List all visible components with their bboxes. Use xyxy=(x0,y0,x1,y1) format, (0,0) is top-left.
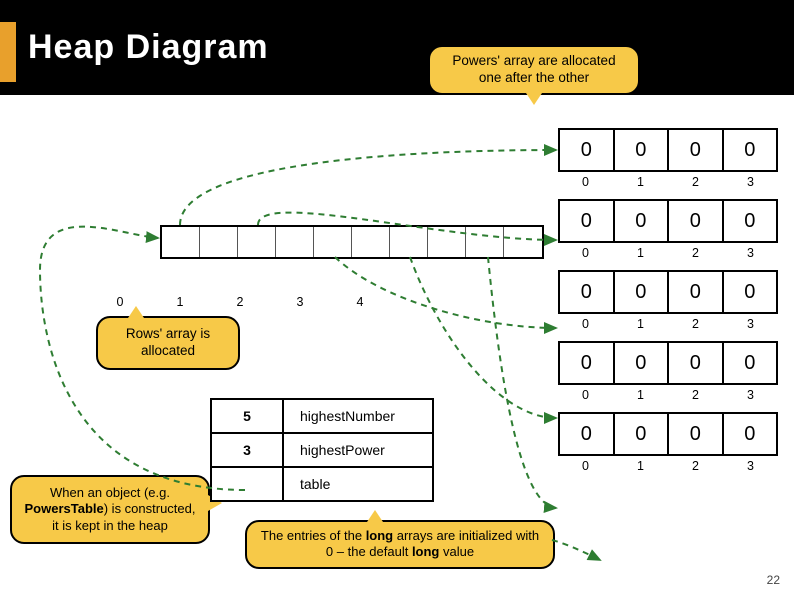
callout-long-entries: The entries of the long arrays are initi… xyxy=(245,520,555,569)
heap-cell: 0 xyxy=(615,414,670,454)
heap-index: 1 xyxy=(613,456,668,473)
pointer-cell xyxy=(352,227,390,257)
heap-index-row: 0123 xyxy=(558,243,778,260)
heap-index: 3 xyxy=(723,456,778,473)
heap-array: 0000 xyxy=(558,199,778,243)
field-label: highestNumber xyxy=(283,399,433,433)
slide-number: 22 xyxy=(767,573,780,587)
heap-cell: 0 xyxy=(615,201,670,241)
heap-index: 1 xyxy=(613,243,668,260)
heap-cell: 0 xyxy=(669,130,724,170)
heap-index: 0 xyxy=(558,314,613,331)
heap-cell: 0 xyxy=(615,343,670,383)
heap-array: 0000 xyxy=(558,341,778,385)
heap-array-group: 00000123 xyxy=(558,128,778,189)
field-value xyxy=(211,467,283,501)
rows-index: 2 xyxy=(210,295,270,309)
heap-array-group: 00000123 xyxy=(558,270,778,331)
pointer-array xyxy=(160,225,544,259)
field-value: 5 xyxy=(211,399,283,433)
rows-index: 3 xyxy=(270,295,330,309)
heap-cell: 0 xyxy=(560,414,615,454)
heap-index: 3 xyxy=(723,385,778,402)
heap-index: 2 xyxy=(668,243,723,260)
field-row: 3 highestPower xyxy=(211,433,433,467)
field-label: table xyxy=(283,467,433,501)
rows-index: 1 xyxy=(150,295,210,309)
heap-index: 0 xyxy=(558,456,613,473)
heap-cell: 0 xyxy=(724,414,777,454)
heap-index: 2 xyxy=(668,456,723,473)
rows-index: 0 xyxy=(90,295,150,309)
pointer-cell xyxy=(504,227,542,257)
rows-index: 4 xyxy=(330,295,390,309)
callout-rows-allocated: Rows' array is allocated xyxy=(96,316,240,370)
heap-cell: 0 xyxy=(669,343,724,383)
object-fields-table: 5 highestNumber 3 highestPower table xyxy=(210,398,434,502)
heap-cell: 0 xyxy=(615,272,670,312)
heap-array-group: 00000123 xyxy=(558,199,778,260)
accent-bar xyxy=(0,22,16,82)
heap-array: 0000 xyxy=(558,412,778,456)
field-row: 5 highestNumber xyxy=(211,399,433,433)
heap-array-group: 00000123 xyxy=(558,341,778,402)
field-label: highestPower xyxy=(283,433,433,467)
heap-cell: 0 xyxy=(669,272,724,312)
callout-text: When an object (e.g. PowersTable) is con… xyxy=(25,485,196,533)
pointer-cell xyxy=(276,227,314,257)
heap-cell: 0 xyxy=(669,201,724,241)
heap-cell: 0 xyxy=(615,130,670,170)
heap-index: 0 xyxy=(558,243,613,260)
heap-index: 2 xyxy=(668,385,723,402)
heap-index: 3 xyxy=(723,314,778,331)
heap-cell: 0 xyxy=(560,130,615,170)
field-value: 3 xyxy=(211,433,283,467)
callout-text: Rows' array is allocated xyxy=(126,326,210,358)
pointer-cell xyxy=(162,227,200,257)
callout-text: Powers' array are allocated one after th… xyxy=(452,53,615,85)
heap-index: 1 xyxy=(613,385,668,402)
heap-arrays-column: 0000012300000123000001230000012300000123 xyxy=(558,128,778,483)
heap-index-row: 0123 xyxy=(558,172,778,189)
heap-cell: 0 xyxy=(724,130,777,170)
heap-index: 1 xyxy=(613,314,668,331)
slide-header: Heap Diagram xyxy=(0,0,794,95)
rows-index-row: 0 1 2 3 4 xyxy=(90,295,390,309)
heap-index: 3 xyxy=(723,172,778,189)
pointer-cell xyxy=(238,227,276,257)
pointer-cell xyxy=(466,227,504,257)
callout-powers-allocated: Powers' array are allocated one after th… xyxy=(428,45,640,95)
heap-index: 2 xyxy=(668,314,723,331)
heap-cell: 0 xyxy=(669,414,724,454)
heap-array-group: 00000123 xyxy=(558,412,778,473)
slide-title: Heap Diagram xyxy=(28,28,269,67)
heap-index-row: 0123 xyxy=(558,456,778,473)
heap-index: 2 xyxy=(668,172,723,189)
callout-object-heap: When an object (e.g. PowersTable) is con… xyxy=(10,475,210,544)
heap-index: 1 xyxy=(613,172,668,189)
pointer-cell xyxy=(428,227,466,257)
heap-array: 0000 xyxy=(558,128,778,172)
heap-array: 0000 xyxy=(558,270,778,314)
field-row: table xyxy=(211,467,433,501)
heap-cell: 0 xyxy=(560,272,615,312)
heap-cell: 0 xyxy=(724,343,777,383)
heap-cell: 0 xyxy=(724,272,777,312)
callout-text: The entries of the long arrays are initi… xyxy=(261,528,539,559)
heap-index: 0 xyxy=(558,172,613,189)
heap-index: 3 xyxy=(723,243,778,260)
pointer-cell xyxy=(314,227,352,257)
pointer-cell xyxy=(200,227,238,257)
heap-index-row: 0123 xyxy=(558,385,778,402)
heap-cell: 0 xyxy=(724,201,777,241)
heap-cell: 0 xyxy=(560,201,615,241)
pointer-cell xyxy=(390,227,428,257)
heap-cell: 0 xyxy=(560,343,615,383)
heap-index: 0 xyxy=(558,385,613,402)
heap-index-row: 0123 xyxy=(558,314,778,331)
